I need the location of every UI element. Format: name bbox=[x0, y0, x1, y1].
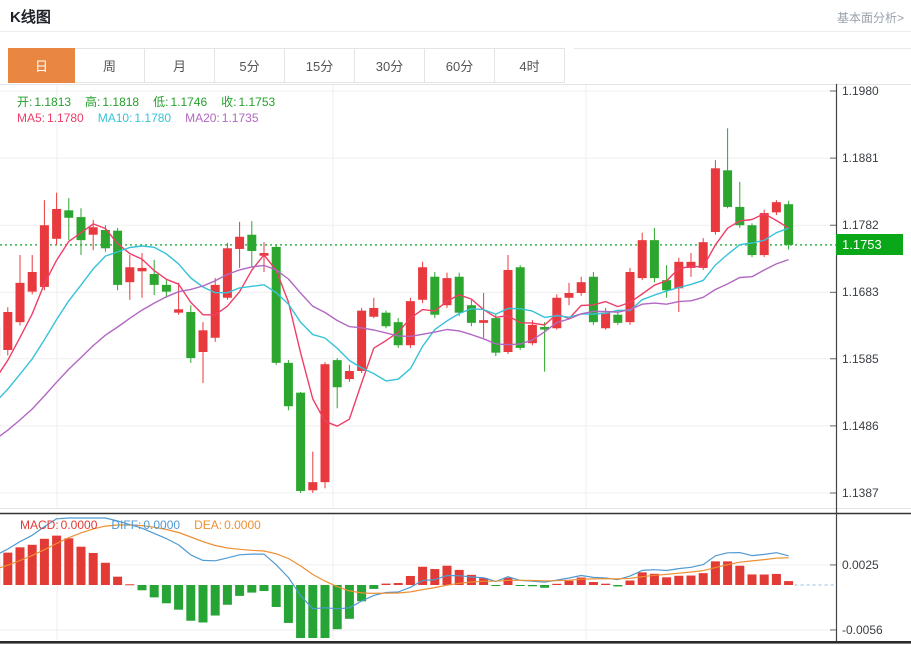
tab-month[interactable]: 月 bbox=[145, 48, 215, 83]
tab-5min[interactable]: 5分 bbox=[215, 48, 285, 83]
price-tick-label: 1.1683 bbox=[842, 285, 879, 299]
macd-tick-label: 0.0025 bbox=[842, 558, 879, 572]
kline-widget: K线图 基本面分析> 日周月5分15分30分60分4时 开:1.1813高:1.… bbox=[0, 0, 911, 645]
timeframe-tabs: 日周月5分15分30分60分4时 bbox=[8, 48, 565, 83]
price-tick-label: 1.1585 bbox=[842, 352, 879, 366]
last-price-badge: 1.1753 bbox=[836, 234, 903, 255]
price-tick-label: 1.1387 bbox=[842, 486, 879, 500]
tab-day[interactable]: 日 bbox=[8, 48, 75, 83]
tab-week[interactable]: 周 bbox=[75, 48, 145, 83]
price-tick-label: 1.1486 bbox=[842, 419, 879, 433]
price-tick-label: 1.1980 bbox=[842, 84, 879, 98]
macd-tick-label: -0.0056 bbox=[842, 623, 883, 637]
tab-15min[interactable]: 15分 bbox=[285, 48, 355, 83]
price-tick-label: 1.1881 bbox=[842, 151, 879, 165]
tab-60min[interactable]: 60分 bbox=[425, 48, 495, 83]
chart-canvas[interactable] bbox=[0, 84, 836, 641]
tab-30min[interactable]: 30分 bbox=[355, 48, 425, 83]
price-tick-label: 1.1782 bbox=[842, 218, 879, 232]
tab-4hour[interactable]: 4时 bbox=[495, 48, 565, 83]
